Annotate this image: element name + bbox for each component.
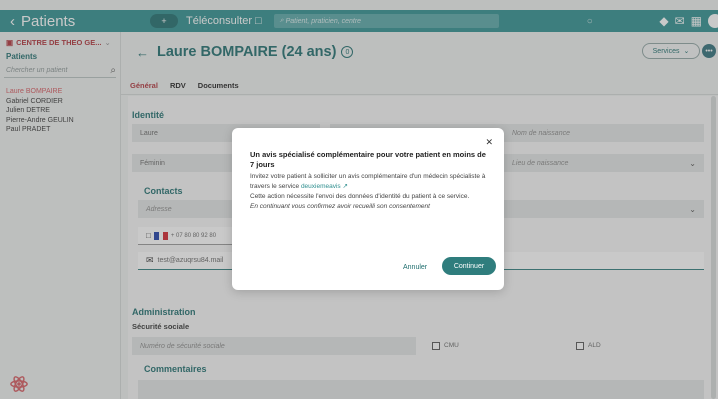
continue-button[interactable]: Continuer xyxy=(442,257,496,275)
app-window: ‹ Patients + Téléconsulter □ ⌕ Patient, … xyxy=(0,0,718,399)
continue-label: Continuer xyxy=(453,262,485,270)
external-link-icon[interactable]: ↗ xyxy=(343,183,348,190)
dialog-text-1: Invitez votre patient à solliciter un av… xyxy=(250,173,486,190)
dialog-text-3: En continuant vous confirmez avoir recue… xyxy=(250,203,430,210)
second-opinion-dialog: ✕ Un avis spécialisé complémentaire pour… xyxy=(232,128,504,290)
deuxiemeavis-link[interactable]: deuxiemeavis xyxy=(301,183,341,190)
dialog-title: Un avis spécialisé complémentaire pour v… xyxy=(250,150,486,169)
dialog-text-2: Cette action nécessite l'envoi des donné… xyxy=(250,193,470,200)
close-icon[interactable]: ✕ xyxy=(485,137,493,148)
cancel-button[interactable]: Annuler xyxy=(403,264,427,271)
dialog-body: Invitez votre patient à solliciter un av… xyxy=(250,172,490,212)
